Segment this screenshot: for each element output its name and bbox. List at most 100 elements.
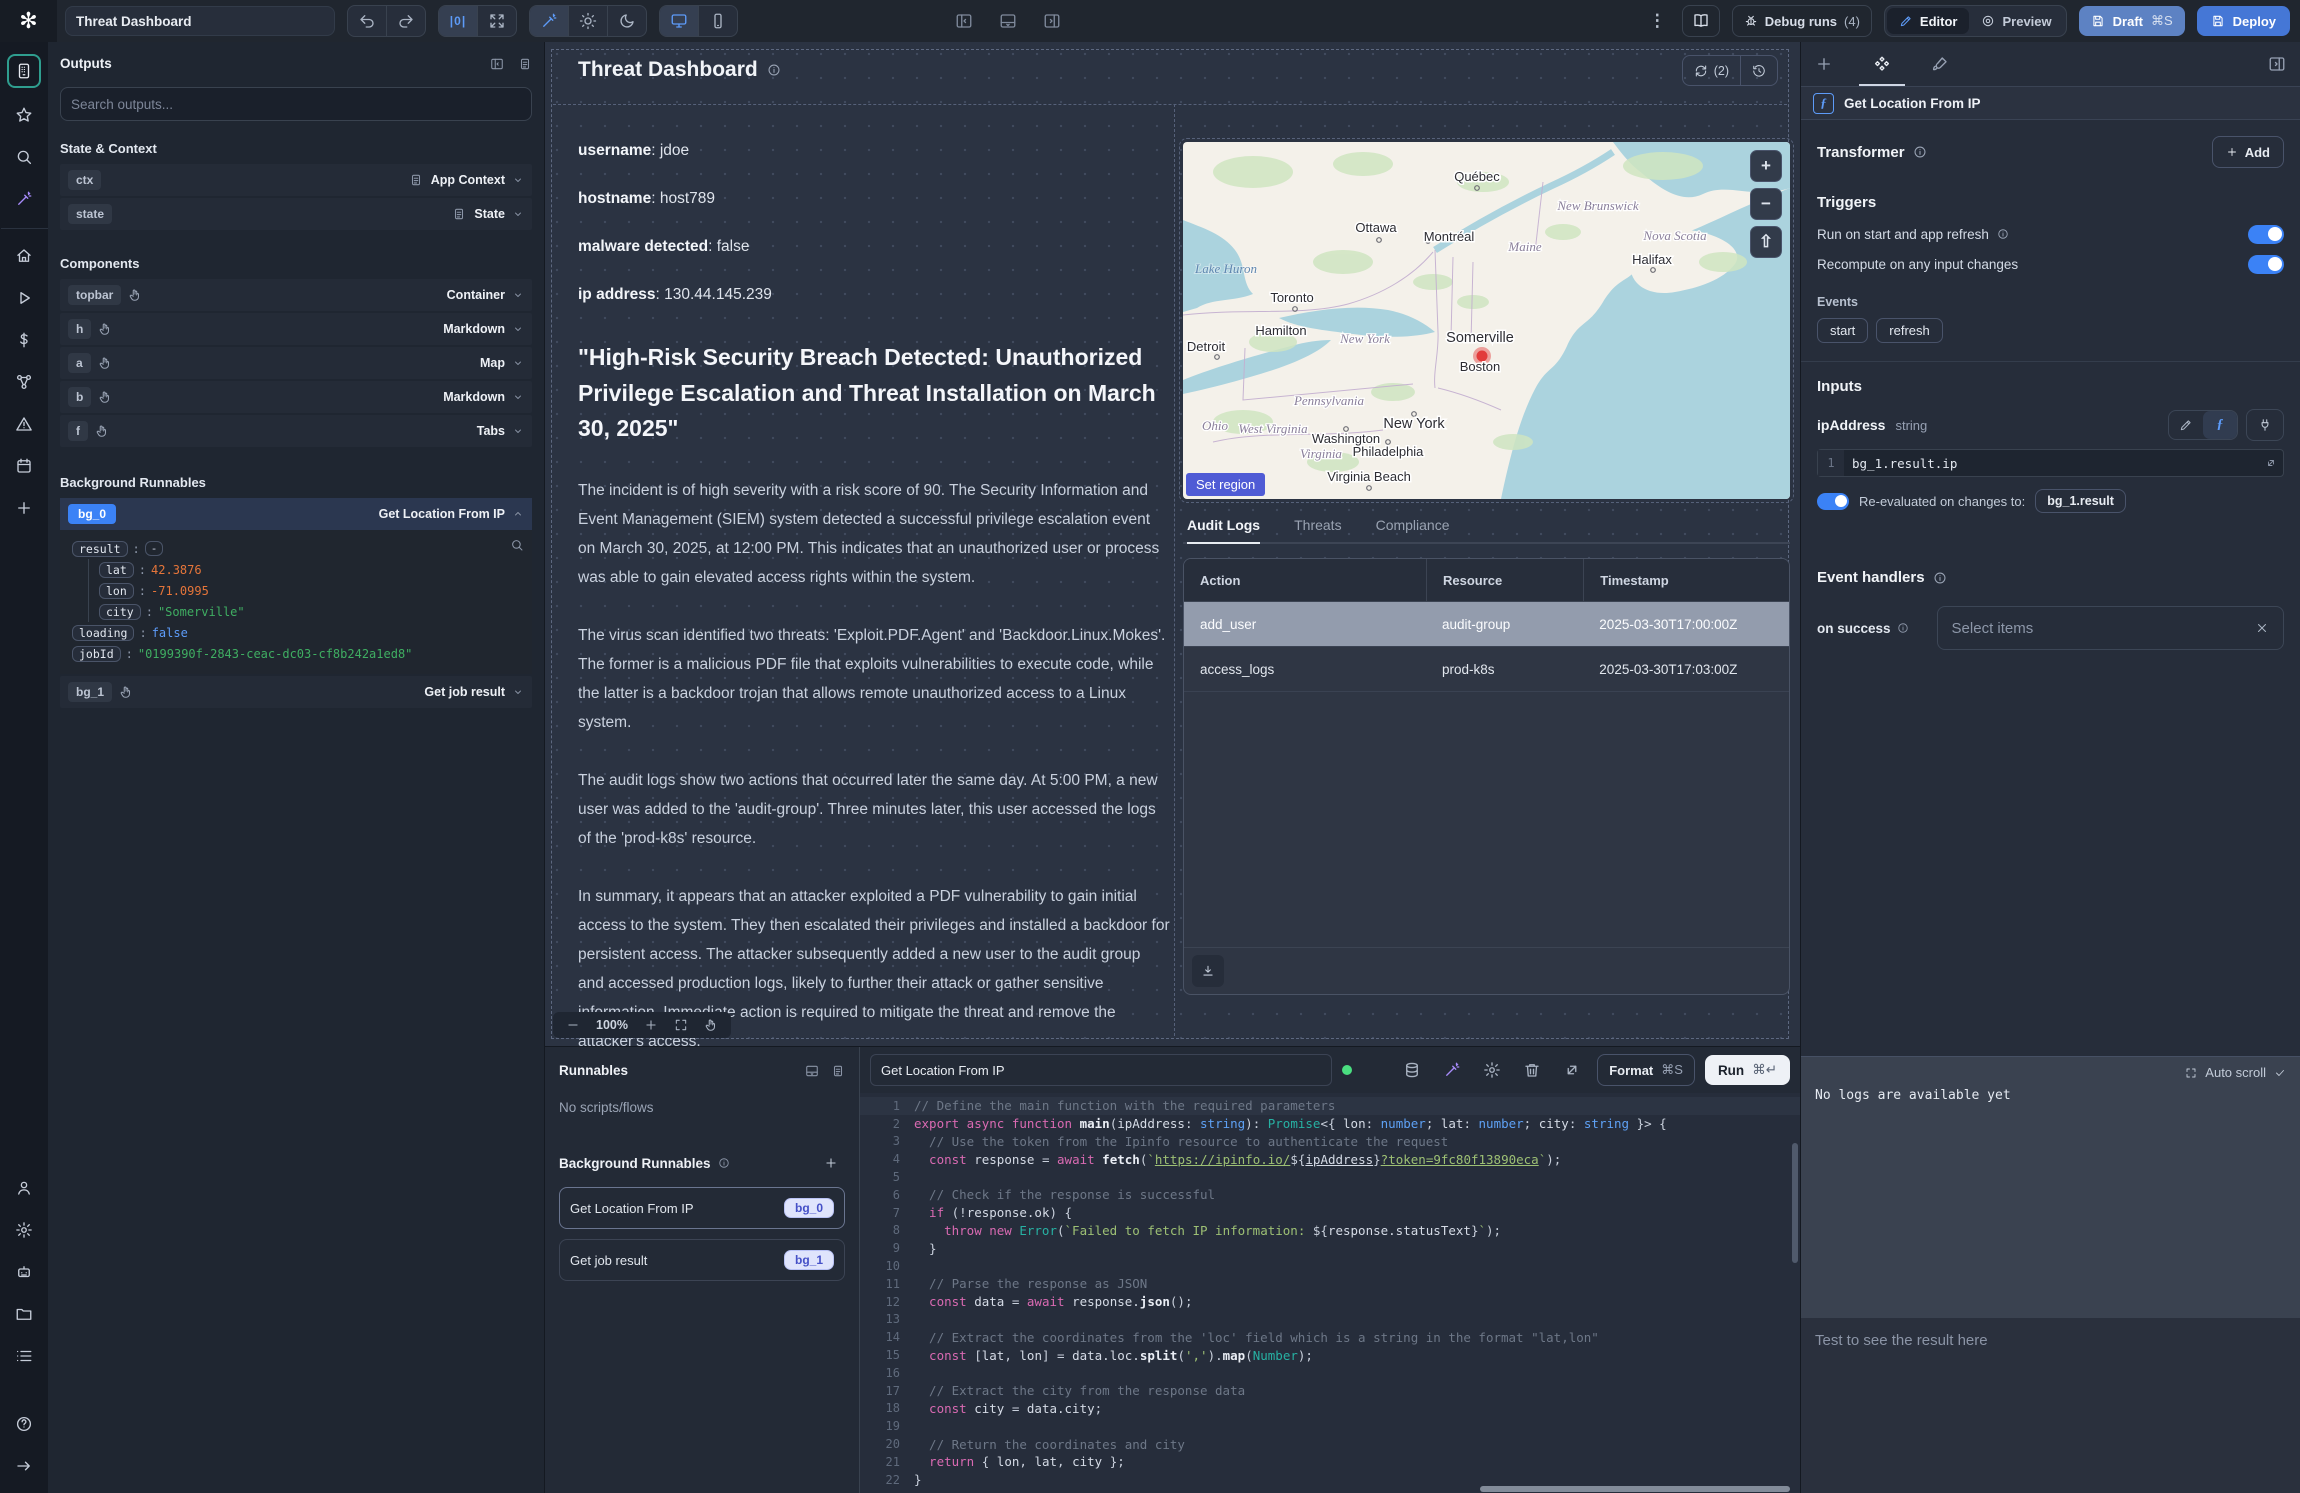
component-row-a[interactable]: aMap xyxy=(60,347,532,379)
code-line[interactable]: 11 // Parse the response as JSON xyxy=(860,1275,1800,1293)
bg-runnable-item[interactable]: Get job resultbg_1 xyxy=(559,1239,845,1281)
code-line[interactable]: 17 // Extract the city from the response… xyxy=(860,1382,1800,1400)
fit-view-icon[interactable] xyxy=(674,1018,688,1032)
app-title-input[interactable]: Threat Dashboard xyxy=(65,6,335,36)
clear-select-icon[interactable] xyxy=(2255,621,2269,635)
tab-component-settings[interactable] xyxy=(1873,42,1891,86)
connect-input-button[interactable] xyxy=(2246,409,2284,441)
table-row[interactable]: access_logsprod-k8s2025-03-30T17:03:00Z xyxy=(1184,647,1789,692)
deploy-button[interactable]: Deploy xyxy=(2197,6,2290,36)
run-button[interactable]: Run⌘↵ xyxy=(1705,1055,1790,1085)
app-canvas[interactable]: Threat Dashboard (2) username: jdoehostn… xyxy=(545,42,1800,1046)
format-button[interactable]: Format⌘S xyxy=(1597,1054,1695,1086)
table-column-header[interactable]: Action xyxy=(1184,559,1426,601)
expand-expression-icon[interactable] xyxy=(2265,457,2277,469)
chevron-down-icon[interactable] xyxy=(512,174,524,186)
preview-mode-button[interactable]: Preview xyxy=(1969,8,2063,34)
ai-assist-icon[interactable] xyxy=(1437,1055,1467,1085)
expand-editor-icon[interactable] xyxy=(1557,1055,1587,1085)
code-line[interactable]: 18 const city = data.city; xyxy=(860,1400,1800,1418)
code-line[interactable]: 7 if (!response.ok) { xyxy=(860,1204,1800,1222)
json-key[interactable]: lat xyxy=(99,562,134,578)
dark-theme-button[interactable] xyxy=(607,6,646,36)
draft-button[interactable]: Draft⌘S xyxy=(2079,6,2185,36)
runnable-name-input[interactable]: Get Location From IP xyxy=(870,1054,1332,1086)
audit-logs-table[interactable]: ActionResourceTimestamp add_useraudit-gr… xyxy=(1183,558,1790,995)
tab-audit-logs[interactable]: Audit Logs xyxy=(1187,517,1260,544)
rail-audit-icon[interactable] xyxy=(9,1341,39,1371)
trigger-toggle[interactable] xyxy=(2248,225,2284,244)
rail-workers-icon[interactable] xyxy=(9,1257,39,1287)
tab-styling[interactable] xyxy=(1931,42,1949,86)
static-input-button[interactable] xyxy=(2169,411,2203,439)
trigger-toggle[interactable] xyxy=(2248,255,2284,274)
json-key[interactable]: loading xyxy=(72,625,134,641)
code-line[interactable]: 4 const response = await fetch(`https://… xyxy=(860,1150,1800,1168)
code-line[interactable]: 14 // Extract the coordinates from the '… xyxy=(860,1328,1800,1346)
collapse-outputs-icon[interactable] xyxy=(490,57,504,71)
outputs-doc-icon[interactable] xyxy=(518,57,532,71)
code-line[interactable]: 8 throw new Error(`Failed to fetch IP in… xyxy=(860,1222,1800,1240)
json-key[interactable]: result xyxy=(72,541,128,557)
redo-button[interactable] xyxy=(386,6,425,36)
rail-search-icon[interactable] xyxy=(9,142,39,172)
json-search-icon[interactable] xyxy=(510,538,524,552)
on-success-select[interactable]: Select items xyxy=(1937,606,2284,650)
docs-button[interactable] xyxy=(1682,5,1720,37)
rail-apps-icon[interactable] xyxy=(7,54,41,88)
rail-schedules-icon[interactable] xyxy=(9,451,39,481)
rail-resources-icon[interactable] xyxy=(9,367,39,397)
mobile-view-button[interactable] xyxy=(698,6,737,36)
rail-settings-icon[interactable] xyxy=(9,1215,39,1245)
tab-insert-component[interactable] xyxy=(1815,42,1833,86)
resource-db-icon[interactable] xyxy=(1397,1055,1427,1085)
bounds-toggle-button[interactable]: |0| xyxy=(439,6,477,36)
zoom-in-icon[interactable] xyxy=(644,1018,658,1032)
collapse-right-panel-icon[interactable] xyxy=(2268,55,2286,73)
code-line[interactable]: 15 const [lat, lon] = data.loc.split(','… xyxy=(860,1346,1800,1364)
rail-ai-icon[interactable] xyxy=(9,184,39,214)
debug-runs-button[interactable]: Debug runs (4) xyxy=(1732,5,1872,37)
bg-runnable-item[interactable]: Get Location From IPbg_0 xyxy=(559,1187,845,1229)
table-column-header[interactable]: Timestamp xyxy=(1583,559,1789,601)
table-column-header[interactable]: Resource xyxy=(1426,559,1583,601)
search-outputs-input[interactable]: Search outputs... xyxy=(60,87,532,121)
rail-variables-icon[interactable] xyxy=(9,325,39,355)
history-button[interactable] xyxy=(1740,56,1777,85)
map-component[interactable]: QuébecOttawaMontréalNew BrunswickNova Sc… xyxy=(1183,142,1790,499)
bg1-row[interactable]: bg_1 Get job result xyxy=(60,676,532,708)
code-line[interactable]: 1// Define the main function with the re… xyxy=(860,1097,1800,1115)
tab-threats[interactable]: Threats xyxy=(1294,517,1341,544)
component-row-h[interactable]: hMarkdown xyxy=(60,313,532,345)
undo-button[interactable] xyxy=(348,6,386,36)
chevron-down-icon[interactable] xyxy=(512,357,524,369)
bg0-row[interactable]: bg_0 Get Location From IP xyxy=(60,498,532,530)
json-key[interactable]: jobId xyxy=(72,646,121,662)
code-line[interactable]: 21 return { lon, lat, city }; xyxy=(860,1453,1800,1471)
json-key[interactable]: city xyxy=(99,604,141,620)
code-line[interactable]: 13 xyxy=(860,1311,1800,1329)
chevron-down-icon[interactable] xyxy=(512,208,524,220)
code-area[interactable]: 1// Define the main function with the re… xyxy=(860,1093,1800,1493)
code-line[interactable]: 19 xyxy=(860,1417,1800,1435)
event-chip-refresh[interactable]: refresh xyxy=(1876,318,1942,343)
map-zoom-in-button[interactable]: + xyxy=(1750,150,1782,182)
fullscreen-canvas-button[interactable] xyxy=(477,6,516,36)
expand-logs-icon[interactable] xyxy=(2185,1067,2197,1079)
code-line[interactable]: 9 } xyxy=(860,1239,1800,1257)
chevron-down-icon[interactable] xyxy=(512,425,524,437)
delete-runnable-icon[interactable] xyxy=(1517,1055,1547,1085)
map-compass-button[interactable]: ⇧ xyxy=(1750,226,1782,258)
editor-mode-button[interactable]: Editor xyxy=(1887,8,1970,34)
map[interactable]: QuébecOttawaMontréalNew BrunswickNova Sc… xyxy=(1183,142,1790,499)
code-line[interactable]: 20 // Return the coordinates and city xyxy=(860,1435,1800,1453)
refresh-app-button[interactable]: (2) xyxy=(1683,56,1740,85)
tab-compliance[interactable]: Compliance xyxy=(1376,517,1450,544)
json-collapse-toggle[interactable]: - xyxy=(145,541,164,556)
toggle-bottom-panel-icon[interactable] xyxy=(999,12,1017,30)
output-row-ctx[interactable]: ctxApp Context xyxy=(60,164,532,196)
rail-home-icon[interactable] xyxy=(9,241,39,271)
add-transformer-button[interactable]: Add xyxy=(2212,136,2284,168)
markdown-column[interactable]: username: jdoehostname: host789malware d… xyxy=(578,142,1170,1046)
rail-favorites-icon[interactable] xyxy=(9,100,39,130)
